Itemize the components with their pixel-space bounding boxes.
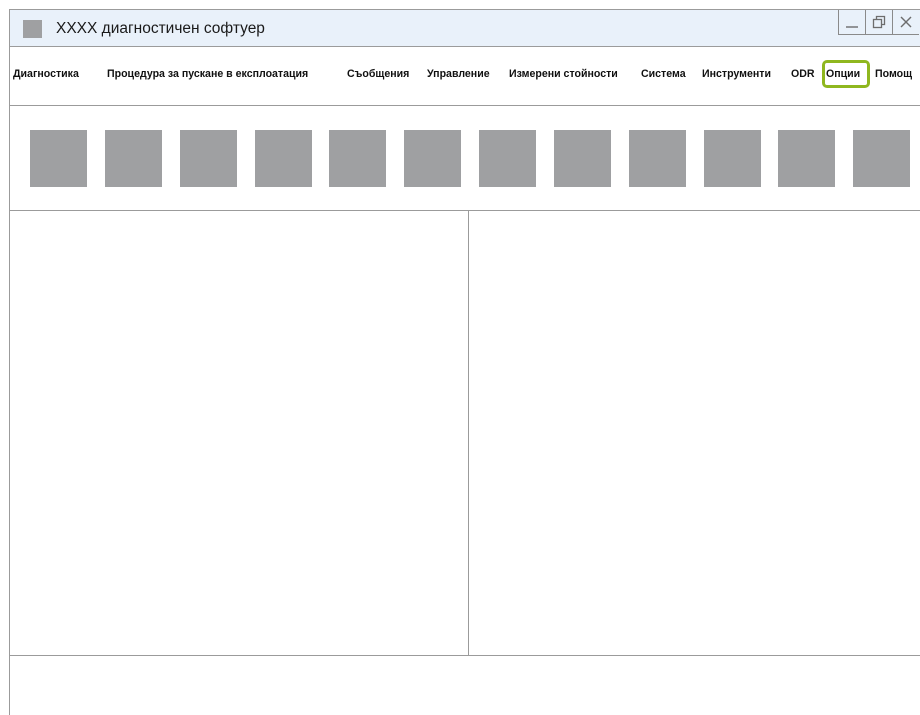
toolbar-button-5[interactable] — [329, 130, 386, 187]
restore-button[interactable] — [865, 10, 892, 35]
toolbar-button-2[interactable] — [105, 130, 162, 187]
toolbar — [10, 106, 920, 211]
restore-icon — [872, 15, 886, 29]
toolbar-button-11[interactable] — [778, 130, 835, 187]
left-pane — [10, 211, 469, 655]
minimize-icon — [846, 26, 858, 28]
toolbar-button-10[interactable] — [704, 130, 761, 187]
status-bar — [10, 655, 920, 708]
close-button[interactable] — [892, 10, 919, 35]
toolbar-button-6[interactable] — [404, 130, 461, 187]
menu-item-options[interactable]: Опции — [826, 68, 860, 80]
menu-bar: Диагностика Процедура за пускане в експл… — [10, 47, 920, 106]
toolbar-button-7[interactable] — [479, 130, 536, 187]
menu-item-help[interactable]: Помощ — [875, 68, 912, 80]
toolbar-button-12[interactable] — [853, 130, 910, 187]
toolbar-button-8[interactable] — [554, 130, 611, 187]
minimize-button[interactable] — [838, 10, 865, 35]
app-window: XXXX диагностичен софтуер Диагностика Пр… — [9, 9, 920, 715]
menu-item-system[interactable]: Система — [641, 68, 686, 80]
menu-item-commissioning-procedure[interactable]: Процедура за пускане в експлоатация — [107, 68, 308, 80]
menu-item-control[interactable]: Управление — [427, 68, 490, 80]
title-bar[interactable]: XXXX диагностичен софтуер — [10, 10, 920, 47]
toolbar-button-9[interactable] — [629, 130, 686, 187]
menu-item-odr[interactable]: ODR — [791, 68, 815, 80]
window-controls — [838, 10, 919, 36]
menu-item-measured-values[interactable]: Измерени стойности — [509, 68, 618, 80]
right-pane — [470, 211, 920, 655]
window-title: XXXX диагностичен софтуер — [56, 20, 265, 37]
menu-item-messages[interactable]: Съобщения — [347, 68, 409, 80]
toolbar-button-4[interactable] — [255, 130, 312, 187]
menu-item-tools[interactable]: Инструменти — [702, 68, 771, 80]
app-square-icon — [23, 20, 42, 38]
menu-item-diagnostics[interactable]: Диагностика — [13, 68, 79, 80]
toolbar-button-1[interactable] — [30, 130, 87, 187]
close-icon — [900, 16, 912, 28]
toolbar-button-3[interactable] — [180, 130, 237, 187]
